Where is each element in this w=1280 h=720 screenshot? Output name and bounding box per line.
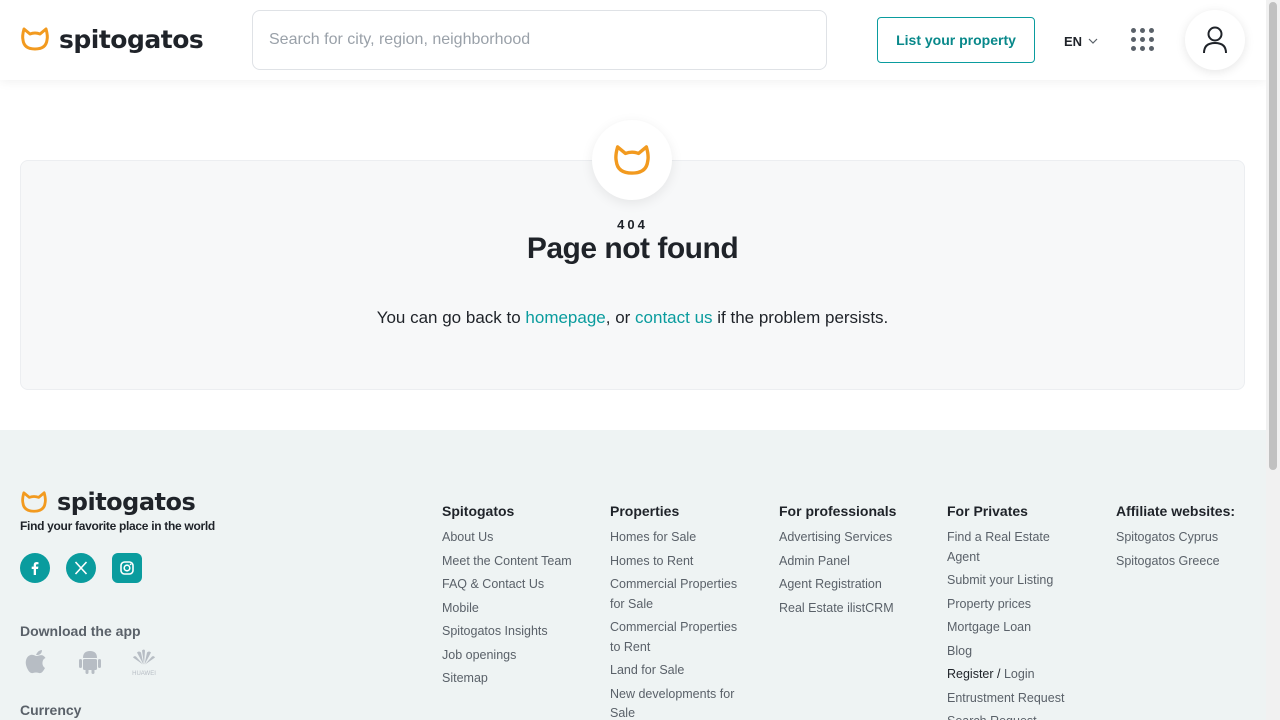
error-message: You can go back to homepage, or contact … bbox=[0, 308, 1265, 328]
scrollbar-thumb[interactable] bbox=[1269, 2, 1277, 470]
error-badge bbox=[592, 120, 672, 200]
footer-link[interactable]: Admin Panel bbox=[779, 552, 924, 572]
facebook-icon bbox=[31, 562, 39, 575]
apps-dot bbox=[1140, 37, 1145, 42]
list-property-button[interactable]: List your property bbox=[877, 17, 1035, 63]
footer-column-affiliates: Affiliate websites: Spitogatos Cyprus Sp… bbox=[1116, 503, 1256, 575]
contact-us-link[interactable]: contact us bbox=[635, 308, 713, 327]
apps-dot bbox=[1131, 37, 1136, 42]
instagram-link[interactable] bbox=[112, 553, 142, 583]
footer-link[interactable]: Sitemap bbox=[442, 669, 577, 689]
app-store-links: HUAWEI bbox=[20, 645, 160, 677]
cat-logo-icon bbox=[614, 145, 650, 175]
user-icon bbox=[1203, 26, 1227, 54]
footer-column-spitogatos: Spitogatos About Us Meet the Content Tea… bbox=[442, 503, 577, 693]
download-app-title: Download the app bbox=[20, 623, 141, 639]
footer-link[interactable]: Mortgage Loan bbox=[947, 618, 1082, 638]
footer-column-title: For professionals bbox=[779, 503, 897, 519]
apps-dot bbox=[1131, 46, 1136, 51]
footer-link[interactable]: Mobile bbox=[442, 599, 577, 619]
footer-link[interactable]: Spitogatos Insights bbox=[442, 622, 577, 642]
footer-link[interactable]: Spitogatos Cyprus bbox=[1116, 528, 1256, 548]
search-box[interactable] bbox=[252, 10, 827, 70]
footer-link[interactable]: Submit your Listing bbox=[947, 571, 1082, 591]
huawei-store-link[interactable]: HUAWEI bbox=[128, 645, 160, 677]
footer-column-professionals: For professionals Advertising Services A… bbox=[779, 503, 924, 622]
apps-dot bbox=[1140, 46, 1145, 51]
facebook-link[interactable] bbox=[20, 553, 50, 583]
footer-link[interactable]: Property prices bbox=[947, 595, 1082, 615]
brand-name: spitogatos bbox=[59, 24, 204, 54]
footer-column-title: Properties bbox=[610, 503, 680, 519]
apple-store-link[interactable] bbox=[20, 645, 52, 677]
site-footer: spitogatos Find your favorite place in t… bbox=[0, 430, 1266, 720]
footer-link[interactable]: Entrustment Request bbox=[947, 689, 1082, 709]
apps-dot bbox=[1149, 37, 1154, 42]
apps-dot bbox=[1131, 28, 1136, 33]
register-login-link: Register / Login bbox=[947, 665, 1082, 685]
page-scrollbar[interactable] bbox=[1266, 0, 1280, 720]
page-title: Page not found bbox=[526, 232, 739, 265]
error-code: 404 bbox=[617, 217, 648, 232]
footer-link[interactable]: Homes for Sale bbox=[610, 528, 745, 548]
footer-link[interactable]: Find a Real Estate Agent bbox=[947, 528, 1082, 567]
x-twitter-link[interactable] bbox=[66, 553, 96, 583]
footer-tagline: Find your favorite place in the world bbox=[20, 519, 215, 533]
homepage-link[interactable]: homepage bbox=[525, 308, 605, 327]
footer-brand-logo[interactable]: spitogatos bbox=[20, 488, 196, 516]
footer-link[interactable]: FAQ & Contact Us bbox=[442, 575, 577, 595]
language-label: EN bbox=[1064, 33, 1083, 49]
footer-link[interactable]: Advertising Services bbox=[779, 528, 924, 548]
footer-link[interactable]: Meet the Content Team bbox=[442, 552, 577, 572]
footer-link[interactable]: Search Request bbox=[947, 712, 1082, 720]
android-store-link[interactable] bbox=[74, 645, 106, 677]
footer-column-properties: Properties Homes for Sale Homes to Rent … bbox=[610, 503, 745, 720]
instagram-icon bbox=[120, 561, 134, 575]
error-message-text: , or bbox=[605, 308, 636, 327]
apps-grid-icon[interactable] bbox=[1131, 28, 1155, 52]
apple-icon bbox=[25, 650, 46, 674]
search-input[interactable] bbox=[253, 11, 826, 69]
x-twitter-icon bbox=[74, 561, 88, 575]
social-links bbox=[20, 553, 142, 583]
footer-link[interactable]: Blog bbox=[947, 642, 1082, 662]
register-login-separator: / bbox=[993, 667, 1004, 681]
error-message-text: if the problem persists. bbox=[712, 308, 889, 327]
footer-link[interactable]: Spitogatos Greece bbox=[1116, 552, 1256, 572]
cat-logo-icon bbox=[21, 27, 49, 51]
huawei-label: HUAWEI bbox=[132, 671, 156, 677]
footer-link[interactable]: About Us bbox=[442, 528, 577, 548]
currency-title: Currency bbox=[20, 702, 82, 718]
apps-dot bbox=[1140, 28, 1145, 33]
language-selector[interactable]: EN bbox=[1064, 31, 1098, 51]
footer-column-title: Affiliate websites: bbox=[1116, 503, 1236, 519]
footer-link[interactable]: Commercial Properties to Rent bbox=[610, 618, 745, 657]
error-message-text: You can go back to bbox=[376, 308, 526, 327]
footer-link[interactable]: Real Estate ilistCRM bbox=[779, 599, 924, 619]
footer-link[interactable]: Homes to Rent bbox=[610, 552, 745, 572]
footer-link[interactable]: Land for Sale bbox=[610, 661, 745, 681]
footer-link[interactable]: Job openings bbox=[442, 646, 577, 666]
user-account-button[interactable] bbox=[1185, 10, 1245, 70]
apps-dot bbox=[1149, 46, 1154, 51]
apps-dot bbox=[1149, 28, 1154, 33]
footer-brand-name: spitogatos bbox=[57, 488, 196, 516]
footer-column-privates: For Privates Find a Real Estate Agent Su… bbox=[947, 503, 1082, 720]
site-header: spitogatos List your property EN bbox=[0, 0, 1266, 80]
login-link[interactable]: Login bbox=[1004, 667, 1035, 681]
footer-link[interactable]: New developments for Sale bbox=[610, 685, 745, 720]
register-link[interactable]: Register bbox=[947, 667, 994, 681]
cat-logo-icon bbox=[21, 491, 47, 513]
chevron-down-icon bbox=[1088, 38, 1098, 44]
footer-link[interactable]: Agent Registration bbox=[779, 575, 924, 595]
footer-column-title: Spitogatos bbox=[442, 503, 515, 519]
footer-link[interactable]: Commercial Properties for Sale bbox=[610, 575, 745, 614]
huawei-icon bbox=[133, 649, 155, 665]
brand-logo[interactable]: spitogatos bbox=[20, 22, 204, 56]
footer-column-title: For Privates bbox=[947, 503, 1028, 519]
android-icon bbox=[79, 651, 101, 674]
